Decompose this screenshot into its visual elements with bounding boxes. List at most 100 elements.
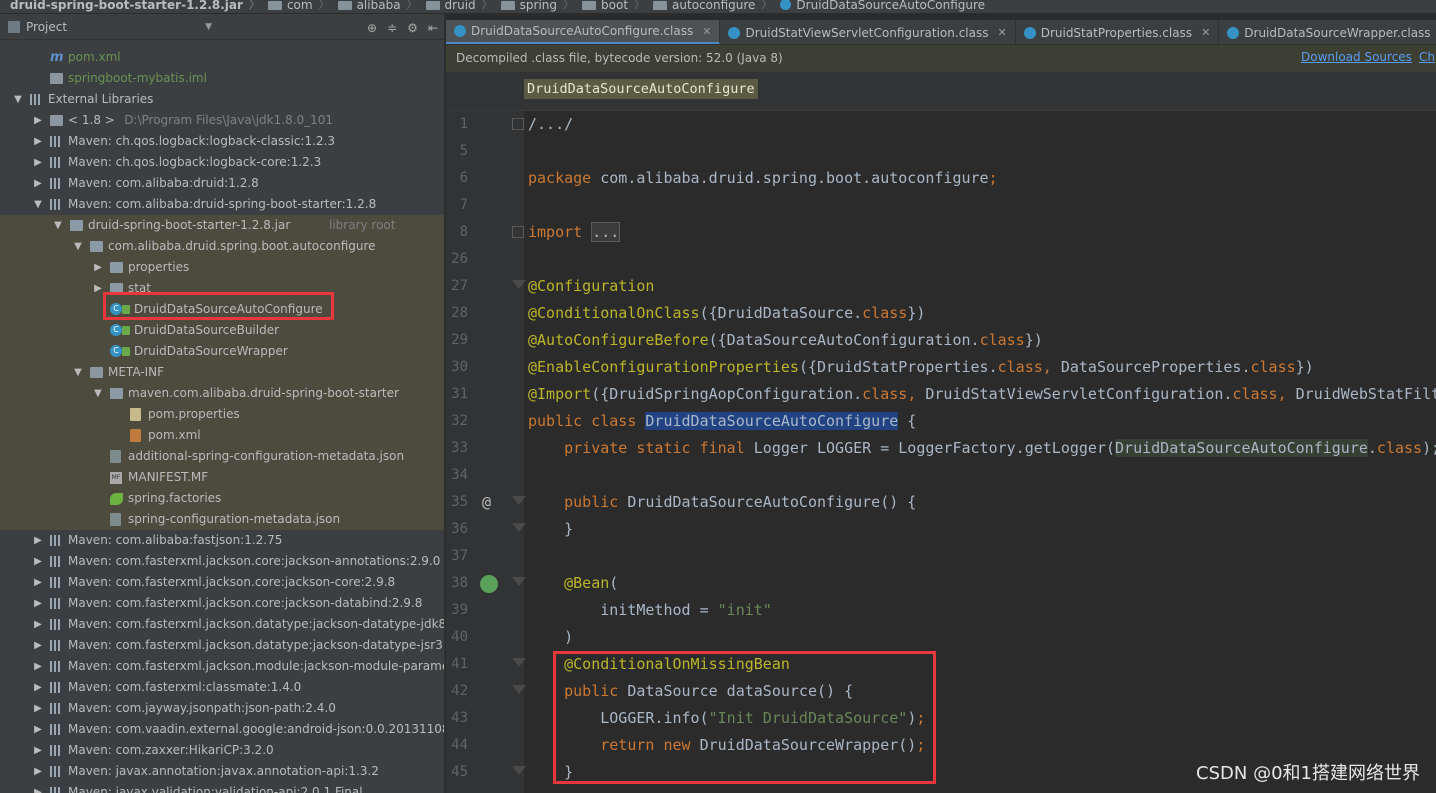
tree-item[interactable]: spring.factories	[0, 488, 444, 509]
tree-item[interactable]: ▼ com.alibaba.druid.spring.boot.autoconfi…	[0, 236, 444, 257]
tree-item[interactable]: ▶ Maven: com.alibaba:fastjson:1.2.75	[0, 530, 444, 551]
tree-item[interactable]: ▼ External Libraries	[0, 89, 444, 110]
code-line[interactable]: 32 public class DruidDataSourceAutoConfig…	[446, 408, 1436, 435]
tree-item[interactable]: ▶ Maven: javax.validation:validation-api:…	[0, 782, 444, 793]
tree-item[interactable]: C DruidDataSourceWrapper	[0, 341, 444, 362]
collapsed-arrow-icon[interactable]: ▶	[32, 656, 44, 677]
tree-item[interactable]: MF MANIFEST.MF	[0, 467, 444, 488]
code-line[interactable]: 29 @AutoConfigureBefore({DataSourceAutoCo…	[446, 327, 1436, 354]
collapsed-arrow-icon[interactable]: ▶	[32, 614, 44, 635]
code-line[interactable]: 40 )	[446, 624, 1436, 651]
expanded-arrow-icon[interactable]: ▼	[92, 383, 104, 404]
code-line[interactable]: 6 package com.alibaba.druid.spring.boot.a…	[446, 165, 1436, 192]
fold-marker-icon[interactable]	[512, 658, 526, 667]
collapsed-arrow-icon[interactable]: ▶	[32, 593, 44, 614]
tree-item[interactable]: springboot-mybatis.iml	[0, 68, 444, 89]
locate-icon[interactable]: ⊕	[367, 21, 377, 35]
expanded-arrow-icon[interactable]: ▼	[12, 89, 24, 110]
fold-marker-icon[interactable]	[512, 280, 526, 289]
code-line[interactable]: 7	[446, 192, 1436, 219]
collapsed-arrow-icon[interactable]: ▶	[92, 257, 104, 278]
tree-item[interactable]: ▶ < 1.8 > D:\Program Files\Java\jdk1.8.0_1…	[0, 110, 444, 131]
tree-item[interactable]: ▶ Maven: com.jayway.jsonpath:json-path:2.…	[0, 698, 444, 719]
fold-expand-icon[interactable]	[512, 118, 524, 130]
code-line[interactable]: 31 @Import({DruidSpringAopConfiguration.c…	[446, 381, 1436, 408]
breadcrumb-item[interactable]: boot 〉	[578, 0, 649, 12]
breadcrumb-item[interactable]: com 〉	[264, 0, 334, 12]
code-line[interactable]: 5	[446, 138, 1436, 165]
editor-tab[interactable]: DruidStatProperties.class ✕	[1016, 20, 1220, 44]
tree-item[interactable]: ▼ druid-spring-boot-starter-1.2.8.jar libr…	[0, 215, 444, 236]
tree-item[interactable]: m pom.xml	[0, 47, 444, 68]
breadcrumb-item[interactable]: spring 〉	[497, 0, 578, 12]
collapsed-arrow-icon[interactable]: ▶	[32, 110, 44, 131]
close-icon[interactable]: ✕	[1201, 26, 1210, 39]
collapsed-arrow-icon[interactable]: ▶	[32, 572, 44, 593]
tree-item[interactable]: ▶ Maven: javax.annotation:javax.annotatio…	[0, 761, 444, 782]
collapsed-arrow-icon[interactable]: ▶	[32, 152, 44, 173]
tree-item[interactable]: ▶ Maven: com.fasterxml.jackson.datatype:j…	[0, 614, 444, 635]
collapsed-arrow-icon[interactable]: ▶	[32, 677, 44, 698]
hide-icon[interactable]: ⇤	[428, 21, 438, 35]
tree-item[interactable]: ▶ Maven: com.fasterxml:classmate:1.4.0	[0, 677, 444, 698]
tree-item[interactable]: ▶ Maven: com.zaxxer:HikariCP:3.2.0	[0, 740, 444, 761]
breadcrumb-item[interactable]: alibaba 〉	[334, 0, 422, 12]
fold-marker-icon[interactable]	[512, 577, 526, 586]
breadcrumb-item[interactable]: druid-spring-boot-starter-1.2.8.jar 〉	[0, 0, 264, 12]
close-icon[interactable]: ✕	[997, 26, 1006, 39]
code-line[interactable]: 28 @ConditionalOnClass({DruidDataSource.c…	[446, 300, 1436, 327]
fold-marker-icon[interactable]	[512, 766, 526, 775]
tree-item[interactable]: ▶ Maven: com.alibaba:druid:1.2.8	[0, 173, 444, 194]
spring-bean-icon[interactable]	[480, 575, 498, 593]
editor-tab[interactable]: DruidDataSourceWrapper.class✕	[1219, 20, 1436, 44]
expanded-arrow-icon[interactable]: ▼	[52, 215, 64, 236]
collapsed-arrow-icon[interactable]: ▶	[32, 740, 44, 761]
tree-item[interactable]: additional-spring-configuration-metadata…	[0, 446, 444, 467]
code-line[interactable]: 34	[446, 462, 1436, 489]
close-icon[interactable]: ✕	[702, 25, 711, 38]
expanded-arrow-icon[interactable]: ▼	[32, 194, 44, 215]
fold-marker-icon[interactable]	[512, 523, 526, 532]
code-line[interactable]: 8 import ...	[446, 219, 1436, 246]
collapsed-arrow-icon[interactable]: ▶	[32, 761, 44, 782]
fold-expand-icon[interactable]	[512, 226, 524, 238]
code-line[interactable]: 39 initMethod = "init"	[446, 597, 1436, 624]
collapsed-arrow-icon[interactable]: ▶	[32, 635, 44, 656]
tree-item[interactable]: ▶ Maven: com.fasterxml.jackson.datatype:j…	[0, 635, 444, 656]
tree-item[interactable]: spring-configuration-metadata.json	[0, 509, 444, 530]
expanded-arrow-icon[interactable]: ▼	[72, 362, 84, 383]
tree-item[interactable]: ▶ properties	[0, 257, 444, 278]
collapsed-arrow-icon[interactable]: ▶	[32, 782, 44, 793]
overrides-icon[interactable]: @	[482, 489, 491, 516]
tree-item[interactable]: ▶ Maven: com.fasterxml.jackson.core:jacks…	[0, 551, 444, 572]
collapsed-arrow-icon[interactable]: ▶	[32, 551, 44, 572]
tree-item[interactable]: ▶ Maven: com.fasterxml.jackson.core:jacks…	[0, 593, 444, 614]
tree-item[interactable]: ▶ Maven: ch.qos.logback:logback-core:1.2.…	[0, 152, 444, 173]
editor-tab[interactable]: DruidStatViewServletConfiguration.class ✕	[720, 20, 1016, 44]
code-line[interactable]: 27 @Configuration	[446, 273, 1436, 300]
fold-marker-icon[interactable]	[512, 496, 526, 505]
tree-item[interactable]: ▼ META-INF	[0, 362, 444, 383]
tree-item[interactable]: pom.properties	[0, 404, 444, 425]
collapsed-arrow-icon[interactable]: ▶	[32, 131, 44, 152]
tree-item[interactable]: ▼ Maven: com.alibaba:druid-spring-boot-st…	[0, 194, 444, 215]
editor-tab[interactable]: DruidDataSourceAutoConfigure.class ✕	[446, 20, 721, 44]
code-line[interactable]: 26	[446, 246, 1436, 273]
code-line[interactable]: 30 @EnableConfigurationProperties({DruidS…	[446, 354, 1436, 381]
tree-item[interactable]: ▶ Maven: com.fasterxml.jackson.core:jacks…	[0, 572, 444, 593]
breadcrumb-item[interactable]: druid 〉	[422, 0, 497, 12]
code-line[interactable]: 37	[446, 543, 1436, 570]
chevron-down-icon[interactable]: ▼	[205, 22, 212, 32]
code-line[interactable]: 38 @Bean(	[446, 570, 1436, 597]
choose-sources-link[interactable]: Ch	[1419, 50, 1435, 64]
download-sources-link[interactable]: Download Sources	[1301, 50, 1412, 64]
code-line[interactable]: 33 private static final Logger LOGGER = …	[446, 435, 1436, 462]
gear-icon[interactable]: ⚙	[407, 21, 418, 35]
expanded-arrow-icon[interactable]: ▼	[72, 236, 84, 257]
code-line[interactable]: 1 /.../	[446, 111, 1436, 138]
tree-item[interactable]: ▶ Maven: com.vaadin.external.google:andro…	[0, 719, 444, 740]
breadcrumb-item[interactable]: DruidDataSourceAutoConfigure	[776, 0, 985, 12]
project-title[interactable]: Project	[26, 20, 67, 34]
code-line[interactable]: 36 }	[446, 516, 1436, 543]
collapsed-arrow-icon[interactable]: ▶	[32, 530, 44, 551]
